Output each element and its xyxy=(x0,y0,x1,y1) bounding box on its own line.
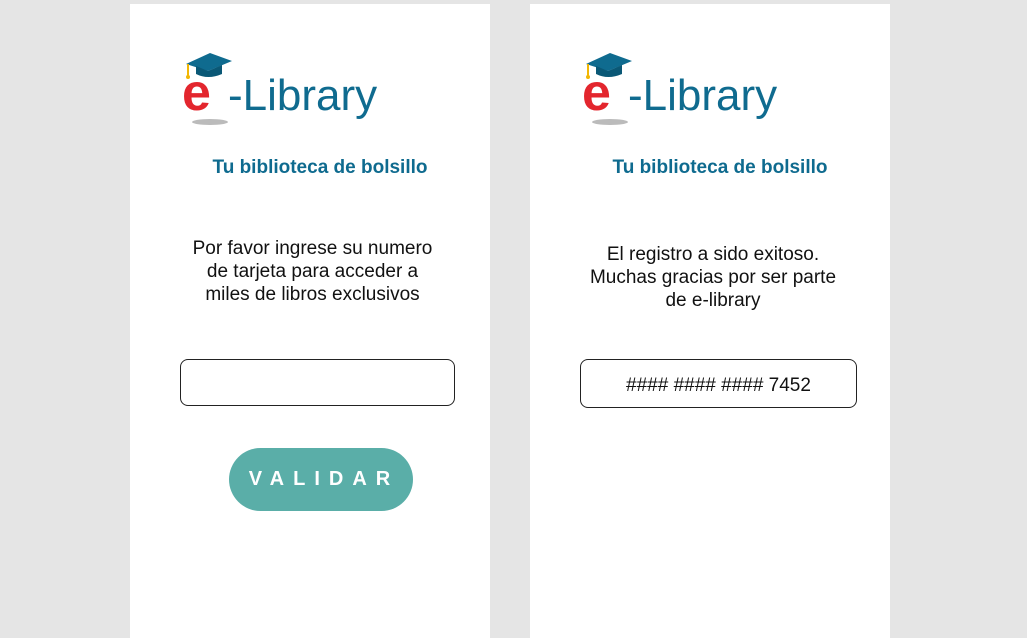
e-library-logo: e -Library xyxy=(182,53,377,125)
masked-card-number-field: #### #### #### 7452 xyxy=(580,359,857,408)
svg-text:-Library: -Library xyxy=(628,71,777,120)
success-message: El registro a sido exitoso. Muchas graci… xyxy=(589,244,837,311)
card-entry-screen: e -Library Tu biblioteca de bolsillo Por… xyxy=(130,4,490,638)
card-number-input[interactable] xyxy=(180,359,455,406)
tagline: Tu biblioteca de bolsillo xyxy=(212,157,428,178)
svg-text:-Library: -Library xyxy=(228,71,377,120)
registration-success-screen: e -Library Tu biblioteca de bolsillo El … xyxy=(530,4,890,638)
instructions-text: Por favor ingrese su numero de tarjeta p… xyxy=(192,238,433,305)
svg-text:e: e xyxy=(182,64,211,122)
validate-button[interactable]: VALIDAR xyxy=(229,448,413,511)
tagline: Tu biblioteca de bolsillo xyxy=(612,157,828,178)
svg-text:e: e xyxy=(582,64,611,122)
e-library-logo: e -Library xyxy=(582,53,777,125)
